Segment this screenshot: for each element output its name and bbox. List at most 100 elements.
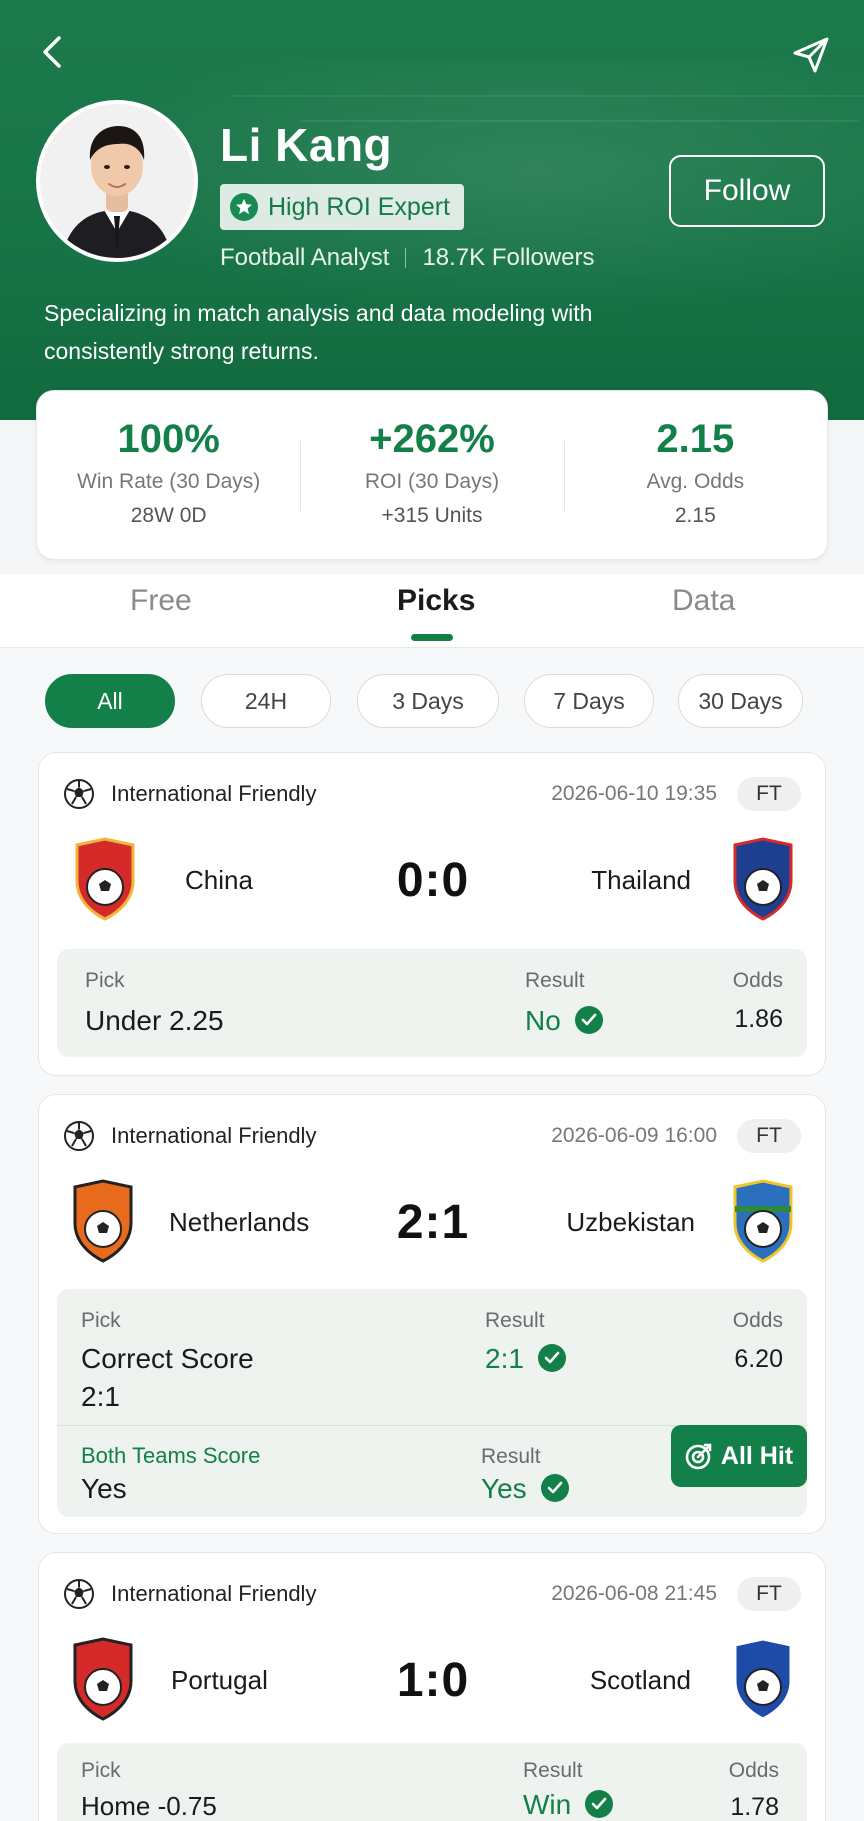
- profile-meta: Football Analyst 18.7K Followers: [220, 244, 595, 272]
- result-text: Win: [523, 1789, 572, 1820]
- teams-row: China 0:0 Thailand: [39, 837, 825, 927]
- match-card[interactable]: International Friendly 2026-06-08 21:45 …: [38, 1552, 826, 1821]
- tab-bar: Free Picks Data: [0, 574, 864, 648]
- result-label: Result: [485, 1309, 545, 1332]
- tab-data[interactable]: Data: [672, 584, 735, 618]
- check-icon: [574, 1005, 603, 1034]
- stat-value: +262%: [369, 417, 495, 461]
- odds-value: 1.78: [730, 1793, 779, 1821]
- teams-row: Netherlands 2:1 Uzbekistan: [39, 1179, 825, 1269]
- match-card[interactable]: International Friendly 2026-06-10 19:35 …: [38, 752, 826, 1076]
- soccer-ball-icon: [64, 779, 94, 809]
- status-badge: FT: [737, 1577, 801, 1611]
- away-team-name: Uzbekistan: [566, 1207, 695, 1237]
- match-date: 2026-06-09 16:00: [551, 1124, 717, 1147]
- teams-row: Portugal 1:0 Scotland: [39, 1637, 825, 1727]
- filter-3-days[interactable]: 3 Days: [357, 674, 499, 728]
- soccer-ball-icon: [64, 1579, 94, 1609]
- odds-label: Odds: [732, 1309, 783, 1332]
- check-icon: [537, 1343, 566, 1372]
- pick2-label: Both Teams Score: [81, 1443, 261, 1468]
- pick-box: Pick Under 2.25 Result No Odds 1.86: [57, 949, 807, 1057]
- status-badge: FT: [737, 777, 801, 811]
- filter-all[interactable]: All: [45, 674, 175, 728]
- pick-value: Correct Score: [81, 1343, 254, 1374]
- person-avatar-icon: [40, 104, 194, 258]
- stat-roi: +262% ROI (30 Days) +315 Units: [300, 391, 563, 559]
- stat-label: ROI (30 Days): [364, 470, 500, 493]
- match-card[interactable]: International Friendly 2026-06-09 16:00 …: [38, 1094, 826, 1534]
- soccer-ball-icon: [64, 1121, 94, 1151]
- tab-free[interactable]: Free: [130, 584, 192, 618]
- match-date: 2026-06-10 19:35: [551, 782, 717, 805]
- odds-value: 6.20: [734, 1345, 783, 1373]
- away-team-crest-icon: [733, 1179, 793, 1263]
- target-icon: [685, 1443, 712, 1470]
- followers-count: 18.7K Followers: [422, 244, 595, 271]
- stats-card: 100% Win Rate (30 Days) 28W 0D +262% ROI…: [36, 390, 828, 560]
- result2-value: Yes: [481, 1473, 569, 1505]
- check-icon: [585, 1789, 614, 1818]
- result2-label: Result: [481, 1445, 541, 1468]
- stat-label: Win Rate (30 Days): [77, 470, 261, 493]
- odds-value: 1.86: [734, 1005, 783, 1033]
- odds-label: Odds: [732, 969, 783, 992]
- check-icon: [540, 1473, 569, 1502]
- expert-badge: High ROI Expert: [220, 184, 465, 230]
- league-name: International Friendly: [111, 1123, 317, 1148]
- stat-avg-odds: 2.15 Avg. Odds 2.15: [563, 391, 827, 559]
- match-header: International Friendly 2026-06-08 21:45 …: [63, 1577, 801, 1611]
- result-text: No: [525, 1005, 561, 1036]
- star-icon: [230, 193, 258, 221]
- result-label: Result: [525, 969, 585, 992]
- badge-label: High ROI Expert: [268, 192, 451, 221]
- result-value: 2:1: [485, 1343, 566, 1375]
- follow-button[interactable]: Follow: [669, 155, 825, 227]
- result2-text: Yes: [481, 1473, 527, 1504]
- tab-picks[interactable]: Picks: [397, 584, 475, 618]
- stat-sub: +315 Units: [381, 504, 483, 527]
- match-header: International Friendly 2026-06-10 19:35 …: [63, 777, 801, 811]
- result-value: Win: [523, 1789, 614, 1821]
- pick-label: Pick: [81, 1309, 121, 1332]
- avatar: [36, 100, 198, 262]
- filter-30-days[interactable]: 30 Days: [678, 674, 803, 728]
- away-team-crest-icon: [733, 1637, 793, 1721]
- meta-divider: [405, 248, 407, 268]
- status-badge: FT: [737, 1119, 801, 1153]
- time-filter: All 24H 3 Days 7 Days 30 Days: [0, 674, 864, 728]
- profile-role: Football Analyst: [220, 244, 390, 271]
- header-decoration: [230, 95, 864, 97]
- match-header: International Friendly 2026-06-09 16:00 …: [63, 1119, 801, 1153]
- tab-active-indicator: [411, 634, 453, 641]
- profile-name: Li Kang: [220, 119, 393, 171]
- chevron-left-icon: [43, 36, 61, 68]
- league-name: International Friendly: [111, 781, 317, 806]
- result-text: 2:1: [485, 1343, 524, 1374]
- match-date: 2026-06-08 21:45: [551, 1582, 717, 1605]
- away-team-name: Scotland: [589, 1665, 691, 1695]
- match-score: 0:0: [396, 854, 470, 907]
- pick2-value: Yes: [81, 1473, 127, 1504]
- away-team-crest-icon: [733, 837, 793, 921]
- pick-value: Under 2.25: [85, 1005, 224, 1036]
- pick-value-line2: 2:1: [81, 1381, 120, 1412]
- result-value: No: [525, 1005, 603, 1037]
- send-icon: [793, 37, 829, 73]
- back-button[interactable]: [30, 30, 74, 74]
- profile-bio: Specializing in match analysis and data …: [44, 300, 593, 364]
- filter-24h[interactable]: 24H: [201, 674, 331, 728]
- match-score: 2:1: [396, 1196, 470, 1249]
- away-team-name: Thailand: [591, 865, 691, 895]
- result-label: Result: [523, 1759, 583, 1782]
- odds-label: Odds: [728, 1759, 779, 1782]
- share-button[interactable]: [786, 30, 836, 80]
- stat-value: 2.15: [656, 417, 735, 461]
- stat-label: Avg. Odds: [646, 470, 745, 493]
- stat-win-rate: 100% Win Rate (30 Days) 28W 0D: [37, 391, 300, 559]
- match-score: 1:0: [396, 1654, 470, 1707]
- league-name: International Friendly: [111, 1581, 317, 1606]
- pick-label: Pick: [81, 1759, 121, 1782]
- stat-sub: 2.15: [674, 504, 716, 527]
- filter-7-days[interactable]: 7 Days: [524, 674, 654, 728]
